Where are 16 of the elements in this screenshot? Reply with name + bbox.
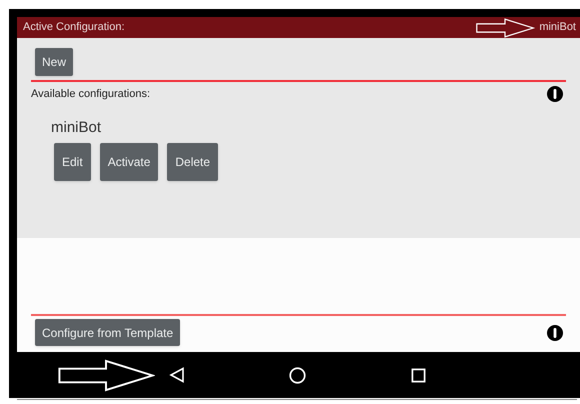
back-icon[interactable] <box>169 367 185 383</box>
arrow-icon <box>57 358 155 392</box>
action-button[interactable]: Configure from Template <box>35 319 180 346</box>
info-icon[interactable] <box>546 324 564 342</box>
action-button[interactable]: Delete <box>167 142 218 180</box>
action-button[interactable]: New <box>35 48 74 76</box>
action-button[interactable]: Edit <box>54 142 91 180</box>
available-label: Available configurations: <box>31 86 150 102</box>
active-config-name: miniBot <box>539 20 576 36</box>
config-name: miniBot <box>51 118 102 138</box>
recents-icon[interactable] <box>411 368 426 382</box>
arrow-icon <box>474 18 536 38</box>
home-icon[interactable] <box>289 366 306 384</box>
header-title: Active Configuration: <box>23 20 124 36</box>
info-icon[interactable] <box>546 85 564 103</box>
action-button[interactable]: Activate <box>100 142 158 180</box>
